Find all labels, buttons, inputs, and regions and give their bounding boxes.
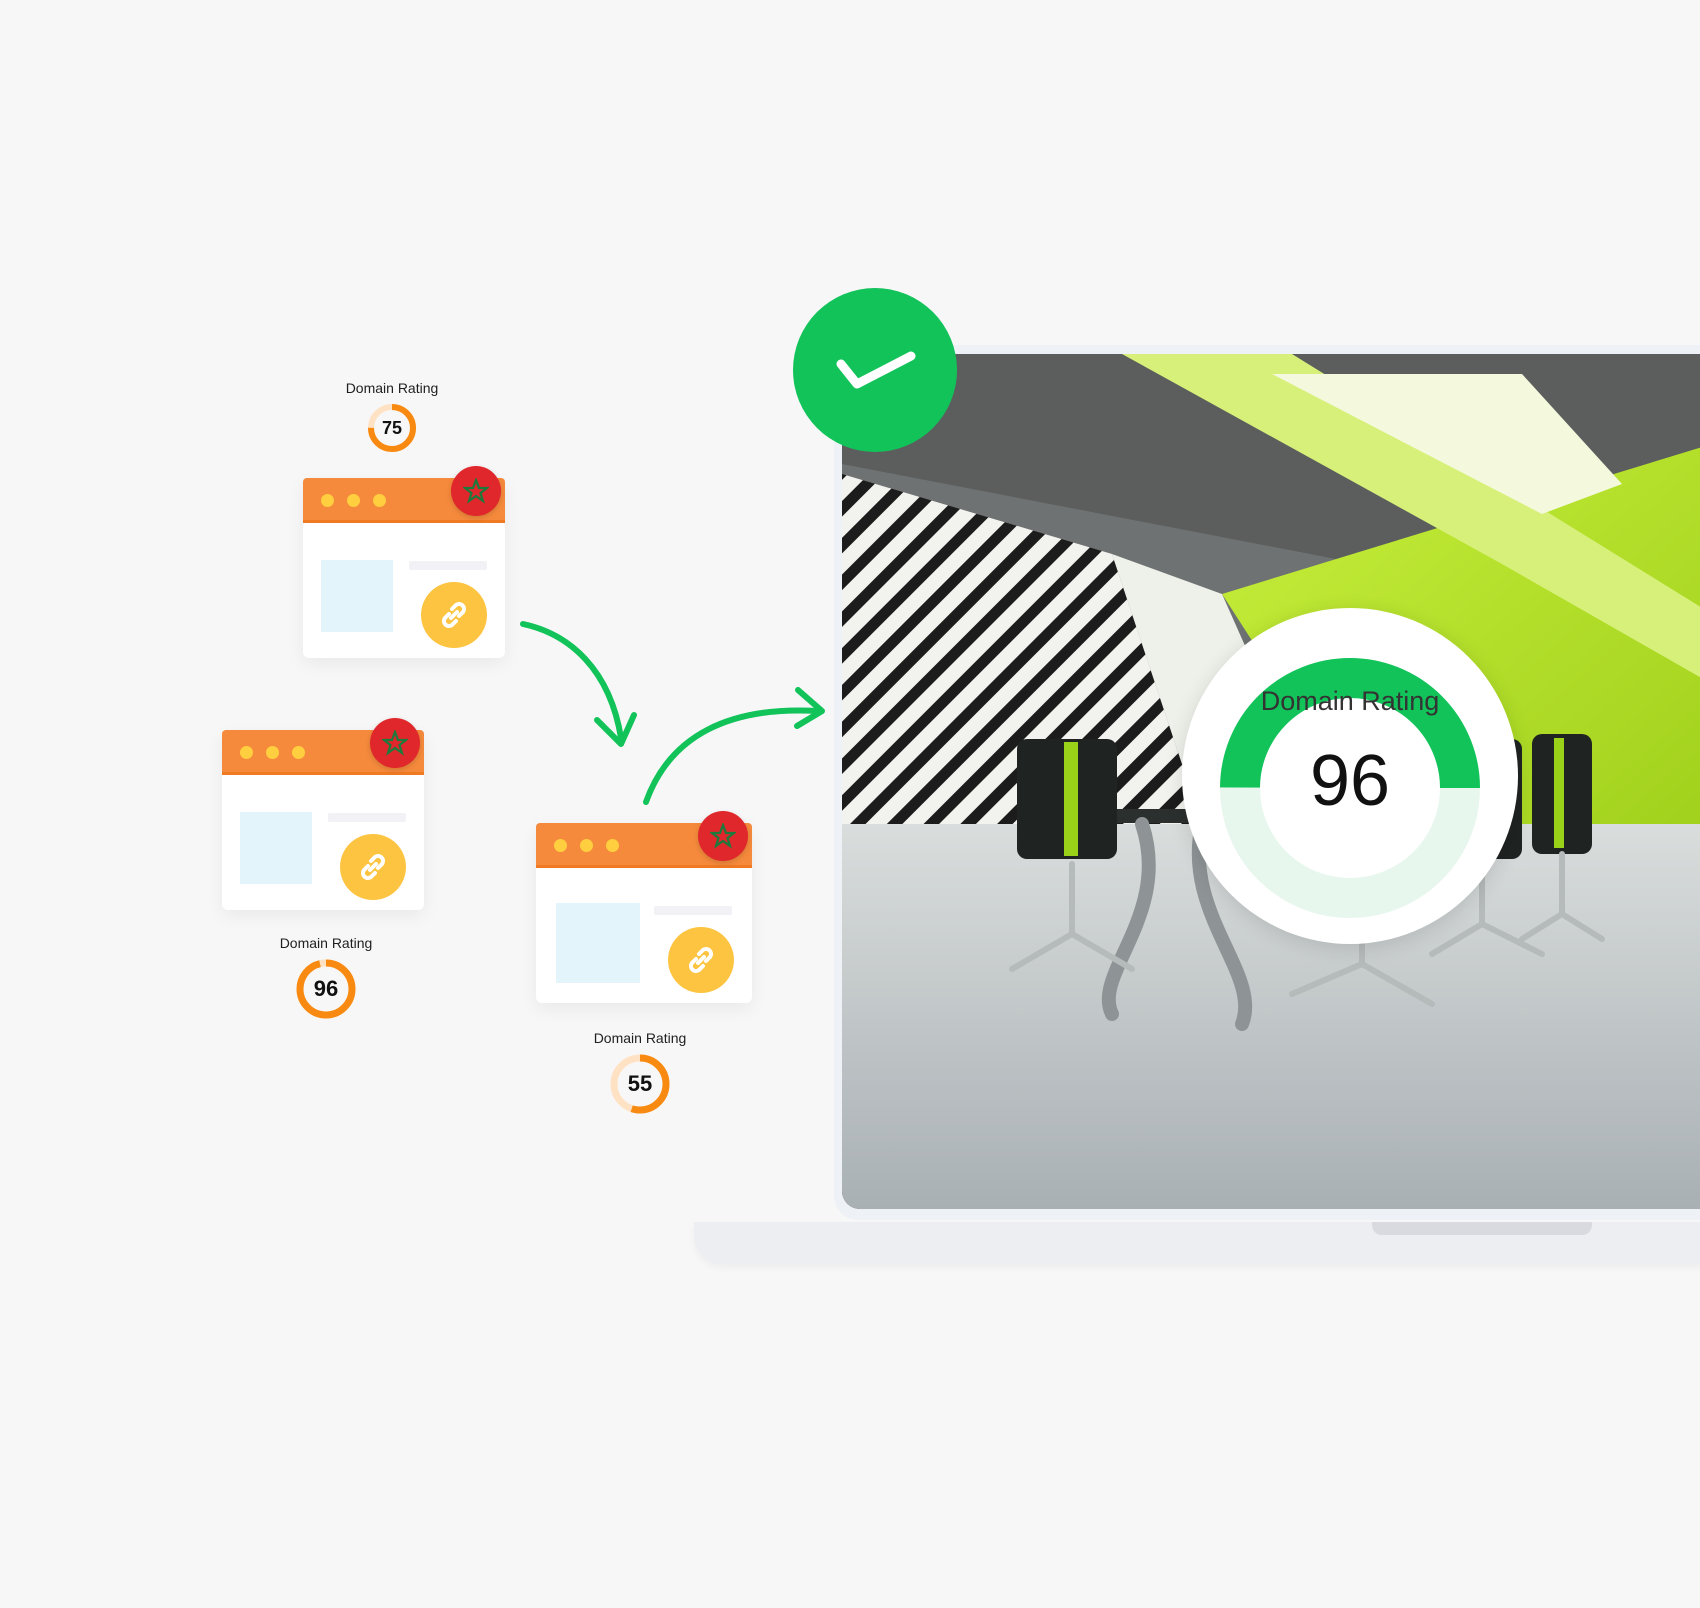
curved-arrow-down <box>520 621 637 747</box>
domain-rating-main: Domain Rating 96 <box>1182 608 1518 944</box>
curved-arrow-right <box>643 687 825 805</box>
domain-rating-label: Domain Rating <box>1260 686 1440 716</box>
laptop-notch <box>1372 1222 1592 1235</box>
checkmark-icon <box>793 288 957 452</box>
domain-rating-value: 96 <box>1309 741 1391 821</box>
